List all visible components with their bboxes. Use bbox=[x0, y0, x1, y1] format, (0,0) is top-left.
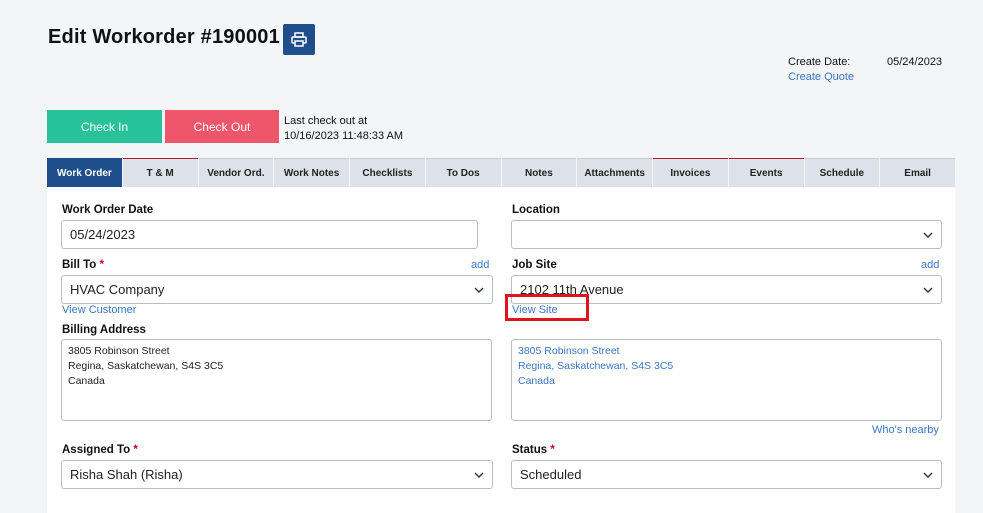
check-out-button[interactable]: Check Out bbox=[165, 110, 279, 143]
assigned-to-label: Assigned To * bbox=[62, 444, 138, 456]
view-site-highlight bbox=[505, 294, 589, 321]
job-site-add-link[interactable]: add bbox=[921, 259, 939, 271]
tab-checklists[interactable]: Checklists bbox=[350, 158, 425, 187]
edit-workorder-page: Edit Workorder #190001 Create Date: 05/2… bbox=[0, 0, 983, 513]
create-date-label: Create Date: bbox=[788, 56, 851, 68]
status-label: Status * bbox=[512, 444, 555, 456]
chevron-down-icon bbox=[923, 472, 933, 478]
print-button[interactable] bbox=[283, 24, 315, 55]
chevron-down-icon bbox=[923, 287, 933, 293]
location-select[interactable] bbox=[511, 220, 942, 249]
tab-vendor-orders[interactable]: Vendor Ord. bbox=[198, 158, 274, 187]
workorder-tabs: Work Order T & M Vendor Ord. Work Notes … bbox=[47, 158, 955, 187]
last-checkout-timestamp: 10/16/2023 11:48:33 AM bbox=[284, 130, 404, 142]
last-checkout-info: Last check out at 10/16/2023 11:48:33 AM bbox=[284, 114, 403, 144]
bill-to-select[interactable]: HVAC Company bbox=[61, 275, 493, 304]
tab-notes[interactable]: Notes bbox=[501, 158, 577, 187]
status-label-text: Status bbox=[512, 444, 548, 456]
location-label: Location bbox=[512, 204, 560, 216]
required-marker: * bbox=[99, 259, 104, 271]
tab-invoices[interactable]: Invoices bbox=[653, 158, 728, 187]
tab-work-notes[interactable]: Work Notes bbox=[274, 158, 349, 187]
assigned-to-value: Risha Shah (Risha) bbox=[70, 467, 183, 482]
assigned-to-label-text: Assigned To bbox=[62, 444, 131, 456]
required-marker: * bbox=[550, 444, 555, 456]
work-order-date-value: 05/24/2023 bbox=[70, 227, 136, 242]
tab-schedule[interactable]: Schedule bbox=[804, 158, 880, 187]
create-date-value: 05/24/2023 bbox=[887, 56, 943, 68]
whos-nearby-link[interactable]: Who's nearby bbox=[872, 424, 939, 436]
bill-to-label-text: Bill To bbox=[62, 259, 97, 271]
work-order-date-label: Work Order Date bbox=[62, 204, 154, 216]
bill-to-add-link[interactable]: add bbox=[471, 259, 489, 271]
billing-address-label: Billing Address bbox=[62, 324, 146, 336]
bill-to-value: HVAC Company bbox=[70, 282, 165, 297]
tab-t-and-m[interactable]: T & M bbox=[122, 158, 198, 187]
assigned-to-select[interactable]: Risha Shah (Risha) bbox=[61, 460, 493, 489]
tab-events[interactable]: Events bbox=[728, 158, 804, 187]
tab-to-dos[interactable]: To Dos bbox=[425, 158, 501, 187]
status-value: Scheduled bbox=[520, 467, 582, 482]
status-select[interactable]: Scheduled bbox=[511, 460, 942, 489]
create-quote-link[interactable]: Create Quote bbox=[788, 71, 854, 83]
billing-address-line: Regina, Saskatchewan, S4S 3C5 bbox=[68, 360, 224, 372]
billing-address-line: 3805 Robinson Street bbox=[68, 345, 170, 357]
site-address-line[interactable]: Regina, Saskatchewan, S4S 3C5 bbox=[518, 359, 935, 374]
job-site-label: Job Site bbox=[512, 259, 557, 271]
work-order-date-input[interactable]: 05/24/2023 bbox=[61, 220, 478, 249]
required-marker: * bbox=[133, 444, 138, 456]
site-address-line[interactable]: Canada bbox=[518, 374, 935, 389]
tab-work-order[interactable]: Work Order bbox=[47, 158, 122, 187]
printer-icon bbox=[291, 32, 307, 47]
bill-to-label: Bill To * bbox=[62, 259, 104, 271]
chevron-down-icon bbox=[923, 232, 933, 238]
page-title: Edit Workorder #190001 bbox=[48, 26, 280, 48]
view-customer-link[interactable]: View Customer bbox=[62, 304, 136, 316]
last-checkout-label: Last check out at bbox=[284, 115, 368, 127]
tab-attachments[interactable]: Attachments bbox=[577, 158, 652, 187]
site-address-line[interactable]: 3805 Robinson Street bbox=[518, 344, 935, 359]
billing-address-line: Canada bbox=[68, 375, 105, 387]
chevron-down-icon bbox=[474, 287, 484, 293]
chevron-down-icon bbox=[474, 472, 484, 478]
billing-address-textarea[interactable]: 3805 Robinson Street Regina, Saskatchewa… bbox=[61, 339, 492, 421]
tab-email[interactable]: Email bbox=[880, 158, 955, 187]
check-in-button[interactable]: Check In bbox=[47, 110, 162, 143]
site-address-box[interactable]: 3805 Robinson Street Regina, Saskatchewa… bbox=[511, 339, 942, 421]
